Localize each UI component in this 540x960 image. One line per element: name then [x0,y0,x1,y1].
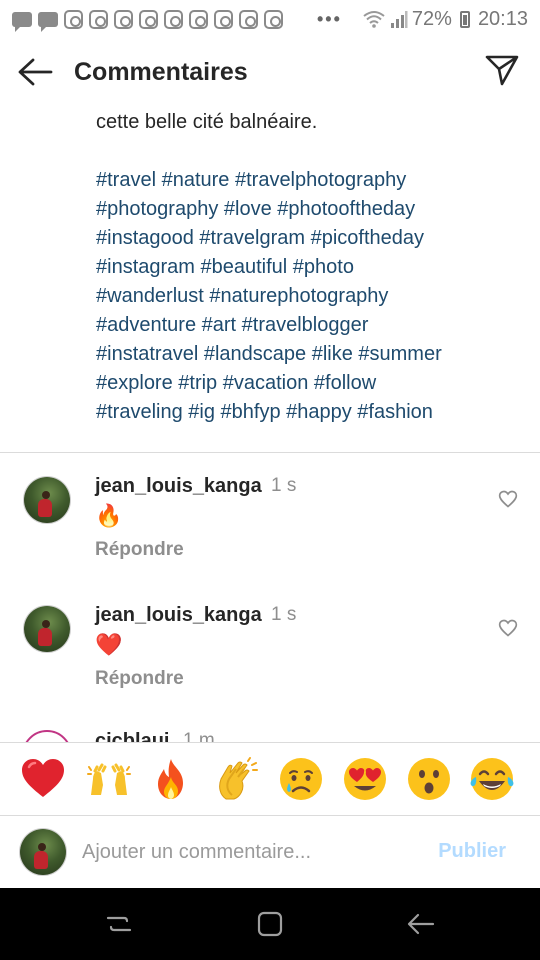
back-nav-icon[interactable] [405,908,437,940]
comment-text: 🔥 [95,503,123,528]
comment: jean_louis_kanga 1 s 🔥 Répondre [0,472,540,582]
notification-icons: ••• [12,8,342,32]
back-arrow-icon [18,58,53,86]
post-caption: cette belle cité balnéaire. #travel #nat… [96,108,526,427]
heart-eyes-emoji-icon[interactable] [341,755,389,803]
hashtag-line[interactable]: #instagram #beautiful #photo [96,253,526,282]
comment-composer: Publier [0,816,540,888]
clock: 20:13 [477,7,528,30]
paper-plane-icon [485,55,519,86]
battery-percent: 72% [411,7,452,30]
instagram-icon [64,9,83,29]
avatar [19,828,67,876]
avatar[interactable] [22,730,72,742]
comment-text: ❤️ [95,632,123,657]
publish-button[interactable]: Publier [438,840,506,863]
header: Commentaires [0,38,540,106]
tears-of-joy-emoji-icon[interactable] [468,755,516,803]
instagram-icon [264,9,283,29]
hashtag-line[interactable]: #traveling #ig #bhfyp #happy #fashion [96,398,526,427]
caption-text: cette belle cité balnéaire. [96,111,318,133]
page-title: Commentaires [74,57,248,86]
comment-time: 1 s [271,604,297,625]
status-bar: ••• 72% 20:13 [0,0,540,38]
home-icon[interactable] [254,908,286,940]
hashtag-line[interactable]: #adventure #art #travelblogger [96,311,526,340]
recent-apps-icon[interactable] [103,908,135,940]
reply-button[interactable]: Répondre [95,668,184,690]
instagram-icon [139,9,158,29]
chat-icon [12,11,32,32]
system-status: 72% 20:13 [362,8,528,31]
instagram-icon [189,9,208,29]
hashtag-line[interactable]: #wanderlust #naturephotography [96,282,526,311]
instagram-icon [214,9,233,29]
wifi-icon [363,11,385,28]
instagram-icon [239,9,258,29]
comment-username[interactable]: cicblaui [95,730,169,742]
fire-emoji-icon[interactable] [147,755,195,803]
instagram-icon [89,9,108,29]
instagram-icon [164,9,183,29]
hashtag-line[interactable]: #instagood #travelgram #picoftheday [96,224,526,253]
heart-outline-icon[interactable] [498,618,518,638]
clapping-hands-emoji-icon[interactable] [212,755,260,803]
comment-username[interactable]: jean_louis_kanga [95,475,262,498]
raising-hands-emoji-icon[interactable] [85,755,133,803]
reply-button[interactable]: Répondre [95,539,184,561]
comment: jean_louis_kanga 1 s ❤️ Répondre [0,601,540,711]
instagram-icon [114,9,133,29]
comment-username[interactable]: jean_louis_kanga [95,604,262,627]
heart-outline-icon[interactable] [498,489,518,509]
avatar[interactable] [23,476,71,524]
comment-time: 1 m [183,730,215,742]
more-dots-icon: ••• [317,8,342,29]
share-button[interactable] [484,52,524,92]
comment-input[interactable] [82,836,422,868]
chat-icon [38,11,58,32]
crying-face-emoji-icon[interactable] [277,755,325,803]
hashtag-line[interactable]: #explore #trip #vacation #follow [96,369,526,398]
red-heart-emoji-icon[interactable] [19,755,67,803]
avatar[interactable] [23,605,71,653]
system-nav-bar [0,888,540,960]
back-button[interactable] [0,38,70,106]
battery-icon [459,10,470,28]
comment-partial: cicblaui 1 m [0,728,540,742]
astonished-face-emoji-icon[interactable] [405,755,453,803]
emoji-quick-bar [0,742,540,816]
hashtag-line[interactable]: #instatravel #landscape #like #summer [96,340,526,369]
hashtag-line[interactable]: #travel #nature #travelphotography [96,166,526,195]
signal-icon [390,11,408,28]
hashtag-line[interactable]: #photography #love #photooftheday [96,195,526,224]
hashtag-list: #travel #nature #travelphotography #phot… [96,166,526,427]
divider [0,452,540,453]
comment-time: 1 s [271,475,297,496]
